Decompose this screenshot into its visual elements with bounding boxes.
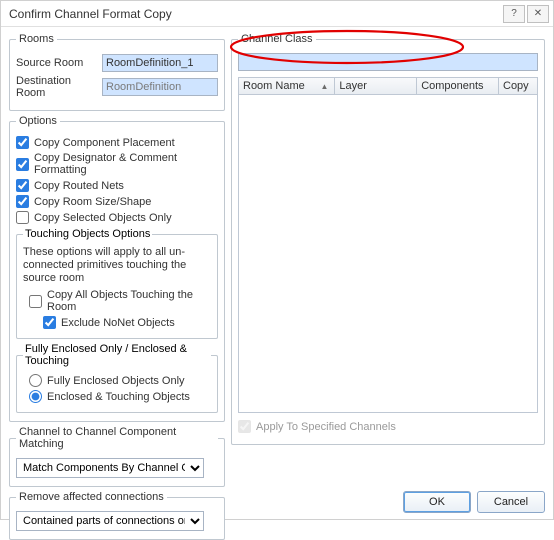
copy-all-touching-checkbox[interactable]: Copy All Objects Touching the Room bbox=[29, 289, 211, 313]
touching-legend: Touching Objects Options bbox=[23, 228, 152, 240]
source-room-row: Source Room RoomDefinition_1 bbox=[16, 54, 218, 72]
remove-row: Contained parts of connections only bbox=[16, 511, 218, 531]
fully-enclosed-radio[interactable]: Fully Enclosed Objects Only bbox=[29, 374, 211, 387]
window-controls: ? ✕ bbox=[503, 5, 549, 23]
checkbox-icon[interactable] bbox=[16, 195, 29, 208]
exclude-nonet-checkbox[interactable]: Exclude NoNet Objects bbox=[43, 316, 211, 329]
copy-designator-comment-checkbox[interactable]: Copy Designator & Comment Formatting bbox=[16, 152, 218, 176]
column-label: Room Name bbox=[243, 80, 305, 93]
checkbox-icon[interactable] bbox=[16, 211, 29, 224]
checkbox-icon[interactable] bbox=[16, 158, 29, 171]
sort-asc-icon: ▲ bbox=[320, 80, 328, 93]
rooms-group: Rooms Source Room RoomDefinition_1 Desti… bbox=[9, 33, 225, 111]
table-header: Room Name ▲ Layer Components Copy bbox=[238, 77, 538, 95]
channel-class-group: Channel Class Room Name ▲ Layer Componen… bbox=[231, 33, 545, 445]
apply-to-specified-checkbox: Apply To Specified Channels bbox=[238, 420, 538, 433]
column-label: Components bbox=[421, 80, 483, 93]
apply-row: Apply To Specified Channels bbox=[238, 413, 538, 436]
column-label: Layer bbox=[339, 80, 367, 93]
left-column: Rooms Source Room RoomDefinition_1 Desti… bbox=[9, 33, 225, 445]
column-label: Copy bbox=[503, 80, 529, 93]
checkbox-label: Copy Selected Objects Only bbox=[34, 212, 172, 224]
matching-legend: Channel to Channel Component Matching bbox=[16, 426, 218, 450]
radio-icon[interactable] bbox=[29, 390, 42, 403]
copy-component-placement-checkbox[interactable]: Copy Component Placement bbox=[16, 136, 218, 149]
dest-room-field[interactable]: RoomDefinition bbox=[102, 78, 218, 96]
dest-room-label: Destination Room bbox=[16, 75, 98, 99]
channel-class-field[interactable] bbox=[238, 53, 538, 71]
matching-group: Channel to Channel Component Matching Ma… bbox=[9, 426, 225, 487]
checkbox-label: Copy Designator & Comment Formatting bbox=[34, 152, 218, 176]
dialog-body: Rooms Source Room RoomDefinition_1 Desti… bbox=[1, 27, 553, 485]
options-legend: Options bbox=[16, 115, 60, 127]
dialog-window: Confirm Channel Format Copy ? ✕ Rooms So… bbox=[0, 0, 554, 520]
checkbox-icon[interactable] bbox=[16, 136, 29, 149]
cancel-button[interactable]: Cancel bbox=[477, 491, 545, 513]
remove-combobox[interactable]: Contained parts of connections only bbox=[16, 511, 204, 531]
matching-row: Match Components By Channel Offsets bbox=[16, 458, 218, 478]
enclosed-group: Fully Enclosed Only / Enclosed & Touchin… bbox=[16, 343, 218, 413]
column-layer[interactable]: Layer bbox=[335, 78, 417, 94]
help-icon[interactable]: ? bbox=[503, 5, 525, 23]
checkbox-label: Exclude NoNet Objects bbox=[61, 317, 175, 329]
channel-class-legend: Channel Class bbox=[238, 33, 316, 45]
radio-label: Enclosed & Touching Objects bbox=[47, 391, 190, 403]
columns: Rooms Source Room RoomDefinition_1 Desti… bbox=[9, 33, 545, 445]
checkbox-icon[interactable] bbox=[16, 179, 29, 192]
options-group: Options Copy Component Placement Copy De… bbox=[9, 115, 225, 422]
right-column: Channel Class Room Name ▲ Layer Componen… bbox=[231, 33, 545, 445]
close-icon[interactable]: ✕ bbox=[527, 5, 549, 23]
remove-legend: Remove affected connections bbox=[16, 491, 167, 503]
button-bar: OK Cancel bbox=[403, 491, 545, 513]
touching-desc: These options will apply to all un-conne… bbox=[23, 246, 211, 285]
checkbox-icon bbox=[238, 420, 251, 433]
column-copy[interactable]: Copy bbox=[499, 78, 537, 94]
checkbox-label: Copy Component Placement bbox=[34, 137, 175, 149]
checkbox-label: Copy Routed Nets bbox=[34, 180, 124, 192]
matching-combobox[interactable]: Match Components By Channel Offsets bbox=[16, 458, 204, 478]
checkbox-label: Copy All Objects Touching the Room bbox=[47, 289, 211, 313]
rooms-legend: Rooms bbox=[16, 33, 57, 45]
source-room-field[interactable]: RoomDefinition_1 bbox=[102, 54, 218, 72]
checkbox-label: Copy Room Size/Shape bbox=[34, 196, 151, 208]
titlebar: Confirm Channel Format Copy ? ✕ bbox=[1, 1, 553, 27]
enclosed-legend: Fully Enclosed Only / Enclosed & Touchin… bbox=[23, 343, 211, 367]
source-room-label: Source Room bbox=[16, 57, 98, 69]
window-title: Confirm Channel Format Copy bbox=[9, 7, 172, 21]
ok-button[interactable]: OK bbox=[403, 491, 471, 513]
copy-room-size-checkbox[interactable]: Copy Room Size/Shape bbox=[16, 195, 218, 208]
touching-objects-group: Touching Objects Options These options w… bbox=[16, 228, 218, 339]
table-body[interactable] bbox=[238, 95, 538, 413]
checkbox-label: Apply To Specified Channels bbox=[256, 421, 396, 433]
copy-routed-nets-checkbox[interactable]: Copy Routed Nets bbox=[16, 179, 218, 192]
dest-room-row: Destination Room RoomDefinition bbox=[16, 75, 218, 99]
radio-icon[interactable] bbox=[29, 374, 42, 387]
column-components[interactable]: Components bbox=[417, 78, 499, 94]
copy-selected-only-checkbox[interactable]: Copy Selected Objects Only bbox=[16, 211, 218, 224]
checkbox-icon[interactable] bbox=[43, 316, 56, 329]
checkbox-icon[interactable] bbox=[29, 295, 42, 308]
enclosed-touching-radio[interactable]: Enclosed & Touching Objects bbox=[29, 390, 211, 403]
radio-label: Fully Enclosed Objects Only bbox=[47, 375, 185, 387]
column-room-name[interactable]: Room Name ▲ bbox=[239, 78, 335, 94]
remove-group: Remove affected connections Contained pa… bbox=[9, 491, 225, 540]
